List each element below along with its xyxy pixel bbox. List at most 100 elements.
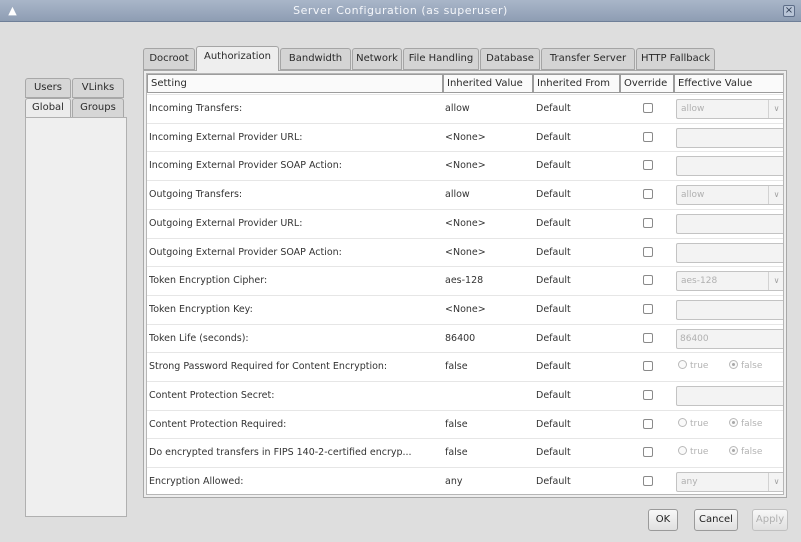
table-row[interactable]: Do encrypted transfers in FIPS 140-2-cer… [147, 438, 783, 467]
column-header-setting[interactable]: Setting [147, 74, 443, 93]
table-row[interactable]: Incoming External Provider URL: <None> Def… [147, 122, 783, 151]
setting-label: Outgoing Transfers: [149, 189, 243, 201]
tab-users[interactable]: Users [25, 78, 71, 98]
tab-authorization[interactable]: Authorization [196, 46, 279, 71]
radio-false[interactable]: false [729, 411, 762, 439]
inherited-from: Default [536, 447, 571, 459]
setting-label: Content Protection Secret: [149, 390, 275, 401]
tab-transfer-server[interactable]: Transfer Server [541, 48, 635, 70]
apply-button[interactable]: Apply [752, 509, 788, 531]
radio-false-label: false [741, 418, 763, 429]
radio-false[interactable]: false [729, 353, 762, 381]
table-row[interactable]: Incoming External Provider SOAP Action: <… [147, 151, 783, 179]
tab-network[interactable]: Network [352, 48, 402, 70]
radio-false-label: false [741, 361, 763, 372]
inherited-from: Default [536, 189, 571, 201]
inherited-value: <None> [445, 246, 486, 258]
tab-global[interactable]: Global [25, 98, 71, 118]
inherited-from: Default [536, 275, 571, 287]
chevron-down-icon: ∨ [768, 100, 783, 118]
radio-true-label: true [690, 361, 709, 372]
column-header-inherited-value[interactable]: Inherited Value [443, 74, 533, 93]
radio-false-icon [729, 446, 738, 456]
table-row[interactable]: Encryption Allowed: any Default any ∨ [147, 467, 783, 494]
override-checkbox[interactable] [643, 447, 653, 458]
override-checkbox[interactable] [643, 246, 653, 257]
effective-value-input[interactable]: 86400 [676, 328, 783, 349]
setting-label: Token Life (seconds): [149, 332, 249, 344]
inherited-value: <None> [445, 303, 486, 315]
radio-true[interactable]: true [678, 439, 708, 467]
effective-value-input[interactable] [676, 127, 783, 148]
override-checkbox[interactable] [643, 103, 653, 113]
column-header-override[interactable]: Override [620, 74, 674, 93]
table-row[interactable]: Token Encryption Cipher: aes-128 Default ae… [147, 266, 783, 294]
override-checkbox[interactable] [643, 275, 653, 286]
setting-label: Token Encryption Key: [149, 303, 253, 315]
window-title: Server Configuration (as superuser) [293, 4, 508, 17]
override-checkbox[interactable] [643, 390, 653, 400]
left-panel [25, 117, 127, 517]
effective-value-dropdown[interactable]: any ∨ [676, 472, 783, 493]
table-row[interactable]: Token Encryption Key: <None> Default [147, 294, 783, 323]
inherited-value: false [445, 447, 468, 459]
column-header-effective-value[interactable]: Effective Value [674, 74, 783, 93]
tab-http-fallback[interactable]: HTTP Fallback [636, 48, 715, 70]
override-checkbox[interactable] [643, 303, 653, 314]
ok-button[interactable]: OK [648, 509, 678, 531]
effective-value-input[interactable] [676, 242, 783, 263]
effective-value-input[interactable] [676, 156, 783, 177]
tab-bandwidth[interactable]: Bandwidth [280, 48, 351, 70]
tab-groups[interactable]: Groups [72, 98, 124, 118]
override-checkbox[interactable] [643, 476, 653, 487]
inherited-from: Default [536, 103, 571, 114]
effective-value-dropdown[interactable]: allow ∨ [676, 185, 783, 206]
tab-file-handling[interactable]: File Handling [403, 48, 479, 70]
setting-label: Content Protection Required: [149, 418, 287, 430]
table-row[interactable]: Outgoing External Provider SOAP Action: <… [147, 237, 783, 266]
override-checkbox[interactable] [643, 160, 653, 171]
inherited-from: Default [536, 390, 571, 401]
table-row[interactable]: Token Life (seconds): 86400 Default 86400 [147, 323, 783, 352]
setting-label: Incoming Transfers: [149, 103, 243, 114]
tab-database[interactable]: Database [480, 48, 540, 70]
override-checkbox[interactable] [643, 332, 653, 343]
override-checkbox[interactable] [643, 189, 653, 200]
override-checkbox[interactable] [643, 361, 653, 372]
effective-value-input[interactable] [676, 386, 783, 406]
radio-true[interactable]: true [678, 353, 708, 381]
override-checkbox[interactable] [643, 418, 653, 429]
override-checkbox[interactable] [643, 131, 653, 142]
effective-value-dropdown[interactable]: aes-128 ∨ [676, 271, 783, 292]
effective-value: any [681, 477, 698, 488]
inherited-from: Default [536, 361, 571, 373]
table-row[interactable]: Outgoing External Provider URL: <None> Def… [147, 208, 783, 237]
table-row[interactable]: Content Protection Required: false Default… [147, 409, 783, 439]
radio-false[interactable]: false [729, 439, 762, 467]
inherited-value [445, 382, 531, 410]
table-row[interactable]: Content Protection Secret: Default [147, 381, 783, 410]
inherited-value: <None> [445, 217, 486, 229]
effective-value: allow [681, 104, 705, 114]
cancel-button[interactable]: Cancel [694, 509, 738, 531]
tab-docroot[interactable]: Docroot [143, 48, 195, 70]
radio-true[interactable]: true [678, 411, 708, 439]
effective-value-dropdown[interactable]: allow ∨ [676, 99, 783, 119]
radio-true-icon [678, 446, 687, 456]
inherited-from: Default [536, 217, 571, 229]
effective-value-input[interactable] [676, 213, 783, 234]
chevron-down-icon: ∨ [768, 272, 783, 291]
close-icon[interactable]: × [783, 5, 795, 17]
effective-value-input[interactable] [676, 299, 783, 320]
effective-value: allow [681, 190, 705, 201]
inherited-from: Default [536, 418, 571, 430]
settings-table: Setting Inherited Value Inherited From O… [146, 73, 784, 495]
table-row[interactable]: Incoming Transfers: allow Default allow ∨ [147, 94, 783, 122]
radio-true-label: true [690, 418, 709, 429]
table-row[interactable]: Strong Password Required for Content Enc… [147, 352, 783, 381]
column-header-inherited-from[interactable]: Inherited From [533, 74, 620, 93]
tab-vlinks[interactable]: VLinks [72, 78, 124, 98]
inherited-value: <None> [445, 131, 486, 143]
override-checkbox[interactable] [643, 217, 653, 228]
table-row[interactable]: Outgoing Transfers: allow Default allow ∨ [147, 180, 783, 208]
